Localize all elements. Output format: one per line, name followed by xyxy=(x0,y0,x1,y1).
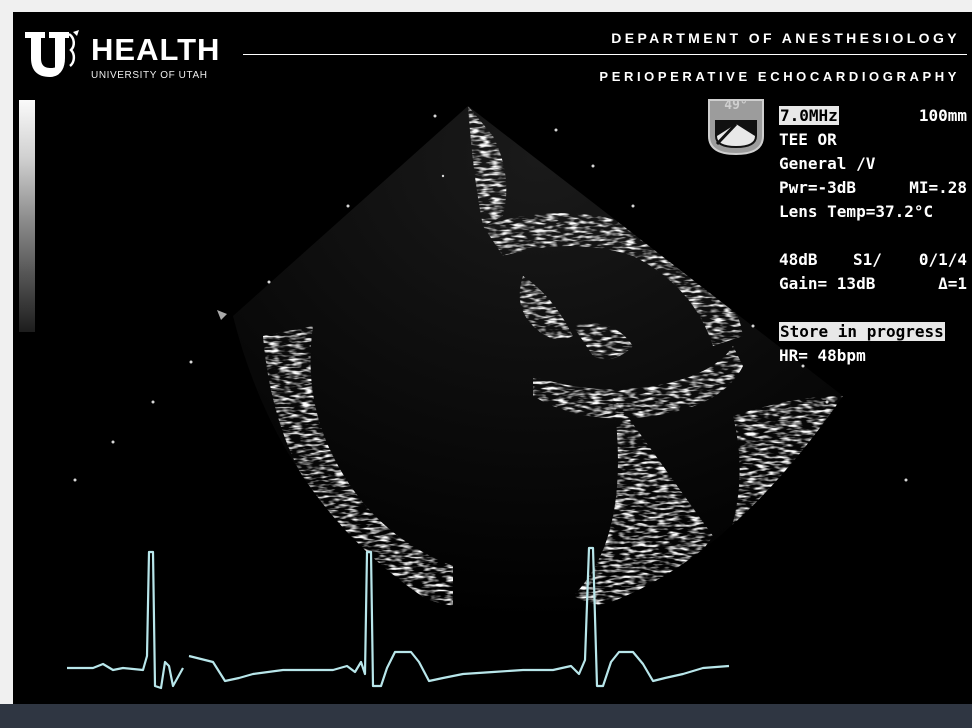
cutoff-info-row xyxy=(779,90,971,100)
gain-value: Gain= 13dB xyxy=(779,274,876,293)
u-health-logo: HEALTH UNIVERSITY OF UTAH xyxy=(25,28,235,88)
acquisition-info-panel: 7.0MHz 100mm TEE OR General /V Pwr=-3dB … xyxy=(779,104,971,368)
logo-university-text: UNIVERSITY OF UTAH xyxy=(91,70,208,81)
power-value: Pwr=-3dB xyxy=(779,178,857,197)
lens-temp-value: Lens Temp=37.2°C xyxy=(779,202,934,221)
depth-value: 100mm xyxy=(918,106,967,125)
setting-s1: S1/ xyxy=(853,250,882,269)
preset-value: TEE OR xyxy=(779,130,837,149)
department-title: DEPARTMENT OF ANESTHESIOLOGY xyxy=(611,30,960,46)
delta-value: Δ=1 xyxy=(938,274,967,293)
dynamic-range-row: 48dB S1/ 0/1/4 xyxy=(779,248,971,272)
probe-angle-value: 49° xyxy=(724,98,748,113)
frequency-depth-row: 7.0MHz 100mm xyxy=(779,104,971,128)
mode-value: General /V xyxy=(779,154,876,173)
power-mi-row: Pwr=-3dB MI=.28 xyxy=(779,176,971,200)
header-divider xyxy=(243,54,967,55)
mechanical-index-value: MI=.28 xyxy=(909,178,967,197)
gain-row: Gain= 13dB Δ=1 xyxy=(779,272,971,296)
logo-health-text: HEALTH xyxy=(91,32,221,67)
status-row: Store in progress xyxy=(779,320,971,344)
echo-viewer: HEALTH UNIVERSITY OF UTAH DEPARTMENT OF … xyxy=(13,12,972,704)
store-status: Store in progress xyxy=(779,322,945,341)
division-title: PERIOPERATIVE ECHOCARDIOGRAPHY xyxy=(599,69,960,84)
university-of-utah-u-icon xyxy=(25,30,79,77)
probe-angle-indicator: 49° xyxy=(703,96,769,158)
setting-code: 0/1/4 xyxy=(918,250,967,269)
heart-rate-value: HR= 48bpm xyxy=(779,346,866,365)
bottom-bar xyxy=(0,704,972,728)
frequency-value: 7.0MHz xyxy=(779,106,839,125)
dynamic-range-value: 48dB xyxy=(779,250,818,269)
